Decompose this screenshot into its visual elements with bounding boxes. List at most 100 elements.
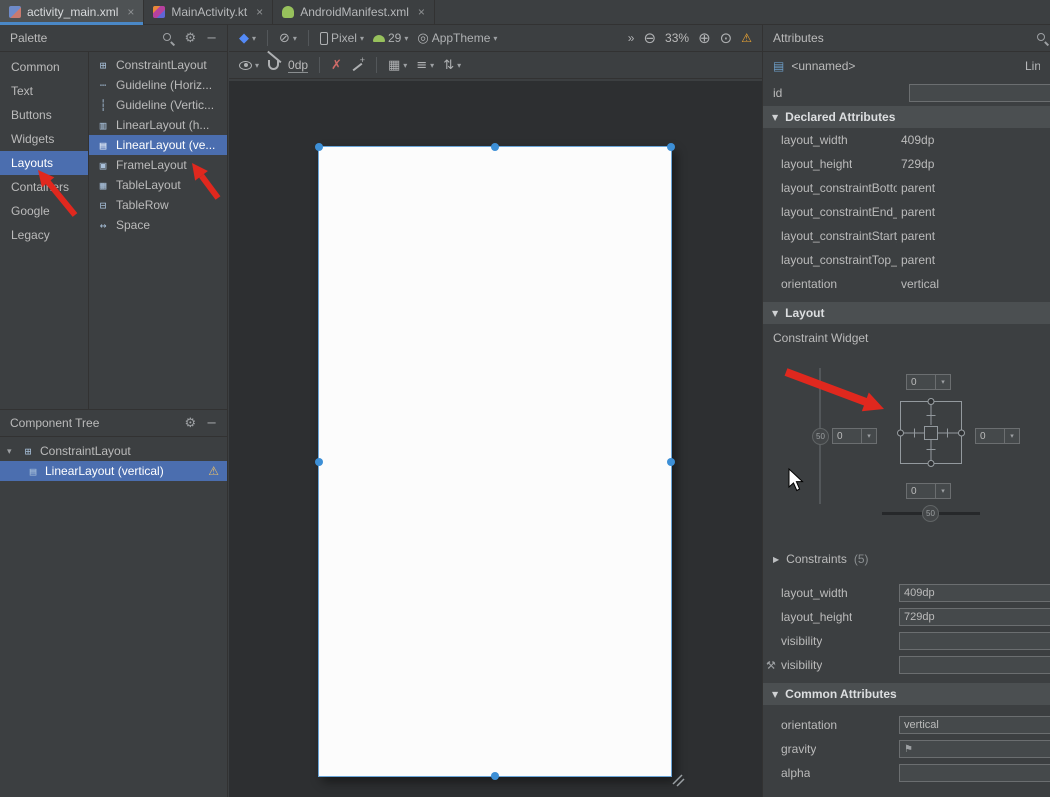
constraint-anchor-bottom[interactable] (928, 460, 935, 467)
orientation-button[interactable]: ⊘ ▾ (279, 32, 297, 45)
margin-bottom-combo[interactable]: 0 ▾ (906, 483, 951, 499)
gear-icon[interactable]: ⚙ (184, 417, 196, 430)
resize-handle-top-right[interactable] (667, 143, 675, 151)
zoom-out-button[interactable]: ⊖ (643, 31, 656, 46)
palette-item-framelayout[interactable]: ▣ FrameLayout (89, 155, 227, 175)
attr-value[interactable]: parent (901, 205, 935, 219)
close-icon[interactable]: × (256, 6, 263, 18)
constraint-widget-box[interactable] (900, 401, 962, 464)
warnings-button[interactable]: ⚠ (741, 31, 752, 45)
constraint-anchor-right[interactable] (958, 429, 965, 436)
margin-left-combo[interactable]: 0 ▾ (832, 428, 877, 444)
constraint-anchor-left[interactable] (897, 429, 904, 436)
resize-handle-top-center[interactable] (491, 143, 499, 151)
toolbar-overflow-button[interactable]: » (628, 31, 635, 45)
guidelines-button[interactable]: ▦ ▾ (388, 59, 407, 72)
minimize-icon[interactable]: − (206, 32, 217, 45)
section-declared-attributes[interactable]: ▼ Declared Attributes (763, 106, 1050, 128)
palette-category-text[interactable]: Text (0, 79, 88, 103)
constraint-anchor-top[interactable] (928, 398, 935, 405)
palette-category-google[interactable]: Google (0, 199, 88, 223)
align-button[interactable]: ≡ ▾ (416, 59, 434, 72)
palette-item-tablerow[interactable]: ⊟ TableRow (89, 195, 227, 215)
zoom-in-button[interactable]: ⊕ (698, 31, 711, 46)
palette-category-buttons[interactable]: Buttons (0, 103, 88, 127)
orientation-input[interactable]: vertical (899, 716, 1050, 734)
search-icon[interactable] (1037, 33, 1048, 44)
theme-selector[interactable]: ◎ AppTheme ▾ (417, 31, 497, 45)
pack-button[interactable]: ⇅ ▾ (443, 59, 461, 72)
palette-item-guideline-horizontal[interactable]: ┄ Guideline (Horiz... (89, 75, 227, 95)
palette-item-linearlayout-vertical[interactable]: ▤ LinearLayout (ve... (89, 135, 227, 155)
resize-handle-bottom-center[interactable] (491, 772, 499, 780)
tree-row-constraintlayout[interactable]: ▾ ⊞ ConstraintLayout (0, 441, 227, 461)
device-selector[interactable]: Pixel ▾ (320, 31, 364, 45)
warning-icon[interactable]: ⚠ (208, 464, 219, 478)
tab-mainactivity-kt[interactable]: MainActivity.kt × (144, 0, 273, 24)
margin-top-combo[interactable]: 0 ▾ (906, 374, 951, 390)
palette-item-linearlayout-horizontal[interactable]: ▥ LinearLayout (h... (89, 115, 227, 135)
api-level-selector[interactable]: 29 ▾ (373, 31, 408, 45)
palette-item-tablelayout[interactable]: ▦ TableLayout (89, 175, 227, 195)
flag-icon[interactable]: ⚑ (904, 741, 913, 758)
chevron-down-icon[interactable]: ▾ (1005, 428, 1020, 444)
chevron-down-icon[interactable]: ▾ (7, 446, 16, 457)
attr-value[interactable]: parent (901, 181, 935, 195)
palette-category-layouts[interactable]: Layouts (0, 151, 88, 175)
attr-value[interactable]: parent (901, 229, 935, 243)
tab-androidmanifest-xml[interactable]: AndroidManifest.xml × (273, 0, 435, 24)
attr-value[interactable]: 409dp (901, 133, 934, 147)
chevron-down-icon[interactable]: ▾ (936, 483, 951, 499)
attribute-row[interactable]: orientation vertical (763, 272, 1050, 296)
layout-height-input[interactable]: 729dp (899, 608, 1050, 626)
zoom-fit-button[interactable]: ⊙ (720, 31, 733, 46)
layout-width-input[interactable]: 409dp (899, 584, 1050, 602)
clear-constraints-button[interactable]: ✗ (331, 59, 342, 72)
search-icon[interactable] (163, 33, 174, 44)
attribute-row[interactable]: layout_height 729dp (763, 152, 1050, 176)
tab-activity-main-xml[interactable]: activity_main.xml × (0, 0, 144, 24)
margin-left-value[interactable]: 0 (832, 428, 862, 444)
resize-handle-top-left[interactable] (315, 143, 323, 151)
constraints-group-row[interactable]: ▶ Constraints (5) (763, 547, 1050, 571)
horizontal-bias-handle[interactable]: 50 (922, 505, 939, 522)
autoconnect-button[interactable] (268, 60, 279, 70)
palette-category-widgets[interactable]: Widgets (0, 127, 88, 151)
palette-category-containers[interactable]: Containers (0, 175, 88, 199)
tree-row-linearlayout[interactable]: ▤ LinearLayout (vertical) ⚠ (0, 461, 227, 481)
visibility-input[interactable] (899, 632, 1050, 650)
gear-icon[interactable]: ⚙ (184, 32, 196, 45)
margin-right-value[interactable]: 0 (975, 428, 1005, 444)
artboard-linearlayout[interactable] (318, 146, 672, 777)
id-input[interactable] (909, 84, 1050, 102)
design-canvas[interactable] (229, 81, 762, 797)
resize-handle-middle-right[interactable] (667, 458, 675, 466)
attr-value[interactable]: parent (901, 253, 935, 267)
attribute-row[interactable]: layout_width 409dp (763, 128, 1050, 152)
margin-bottom-value[interactable]: 0 (906, 483, 936, 499)
palette-item-guideline-vertical[interactable]: ┆ Guideline (Vertic... (89, 95, 227, 115)
palette-item-space[interactable]: ↔ Space (89, 215, 227, 235)
section-common-attributes[interactable]: ▼ Common Attributes (763, 683, 1050, 705)
view-options-button[interactable]: ▾ (239, 61, 259, 70)
chevron-down-icon[interactable]: ▾ (936, 374, 951, 390)
section-layout[interactable]: ▼ Layout (763, 302, 1050, 324)
resize-handle-middle-left[interactable] (315, 458, 323, 466)
minimize-icon[interactable]: − (206, 417, 217, 430)
attribute-row[interactable]: layout_constraintStart_ parent (763, 224, 1050, 248)
palette-category-common[interactable]: Common (0, 55, 88, 79)
design-mode-button[interactable]: ◆ ▾ (239, 32, 256, 45)
alpha-input[interactable] (899, 764, 1050, 782)
close-icon[interactable]: × (127, 6, 134, 18)
palette-item-constraintlayout[interactable]: ⊞ ConstraintLayout (89, 55, 227, 75)
gravity-input[interactable]: ⚑ (899, 740, 1050, 758)
chevron-down-icon[interactable]: ▾ (862, 428, 877, 444)
infer-constraints-button[interactable] (351, 58, 365, 72)
margin-top-value[interactable]: 0 (906, 374, 936, 390)
close-icon[interactable]: × (418, 6, 425, 18)
attribute-row[interactable]: layout_constraintTop_t parent (763, 248, 1050, 272)
default-margins-button[interactable]: 0dp (288, 58, 308, 73)
palette-category-legacy[interactable]: Legacy (0, 223, 88, 247)
attribute-row[interactable]: layout_constraintEnd_t parent (763, 200, 1050, 224)
margin-right-combo[interactable]: 0 ▾ (975, 428, 1020, 444)
